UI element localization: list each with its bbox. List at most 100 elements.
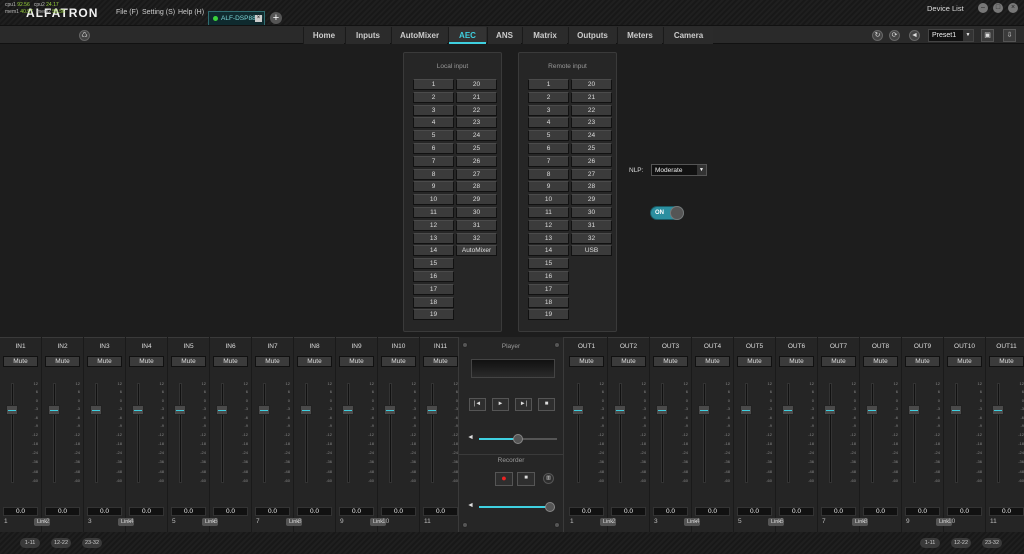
page-left-2[interactable]: 12-22	[51, 538, 71, 548]
remote-channel-button[interactable]: 24	[571, 130, 612, 141]
device-list-link[interactable]: Device List	[927, 4, 964, 13]
remote-channel-button[interactable]: 26	[571, 156, 612, 167]
fader-knob[interactable]	[614, 405, 626, 415]
remote-channel-button[interactable]: 27	[571, 169, 612, 180]
remote-channel-button[interactable]: 31	[571, 220, 612, 231]
local-channel-button[interactable]: 10	[413, 194, 454, 205]
tab-aec[interactable]: AEC	[448, 27, 486, 44]
mute-button[interactable]: Mute	[255, 356, 290, 367]
maximize-icon[interactable]: □	[993, 3, 1003, 13]
local-channel-button[interactable]: 1	[413, 79, 454, 90]
local-channel-button[interactable]: 31	[456, 220, 497, 231]
local-channel-button[interactable]: 30	[456, 207, 497, 218]
tab-matrix[interactable]: Matrix	[522, 27, 567, 44]
fader-knob[interactable]	[384, 405, 396, 415]
stop-icon[interactable]: ■	[538, 398, 555, 411]
menu-help[interactable]: Help (H)	[178, 9, 204, 16]
gain-value[interactable]: 0.0	[423, 507, 458, 516]
remote-channel-button[interactable]: 12	[528, 220, 569, 231]
remote-channel-button[interactable]: USB	[571, 245, 612, 256]
recycle-icon[interactable]: ♺	[79, 30, 90, 41]
remote-channel-button[interactable]: 22	[571, 105, 612, 116]
mute-button[interactable]: Mute	[737, 356, 772, 367]
remote-channel-button[interactable]: 17	[528, 284, 569, 295]
fader-knob[interactable]	[258, 405, 270, 415]
mute-button[interactable]: Mute	[87, 356, 122, 367]
gain-value[interactable]: 0.0	[989, 507, 1024, 516]
gain-value[interactable]: 0.0	[381, 507, 416, 516]
local-channel-button[interactable]: 26	[456, 156, 497, 167]
remote-channel-button[interactable]: 2	[528, 92, 569, 103]
local-channel-button[interactable]: 6	[413, 143, 454, 154]
local-channel-button[interactable]: 5	[413, 130, 454, 141]
local-channel-button[interactable]: 11	[413, 207, 454, 218]
mute-button[interactable]: Mute	[611, 356, 646, 367]
tab-ans[interactable]: ANS	[487, 27, 521, 44]
mute-button[interactable]: Mute	[695, 356, 730, 367]
fader-knob[interactable]	[992, 405, 1004, 415]
remote-channel-button[interactable]: 18	[528, 297, 569, 308]
save-icon[interactable]: ▣	[981, 29, 994, 42]
recorder-volume-slider[interactable]	[545, 502, 555, 512]
tab-camera[interactable]: Camera	[663, 27, 713, 44]
page-left-3[interactable]: 23-32	[82, 538, 102, 548]
gain-value[interactable]: 0.0	[339, 507, 374, 516]
remote-channel-button[interactable]: 4	[528, 117, 569, 128]
fader-knob[interactable]	[908, 405, 920, 415]
local-channel-button[interactable]: 13	[413, 233, 454, 244]
add-tab-button[interactable]: +	[270, 12, 282, 24]
page-right-1[interactable]: 1-11	[920, 538, 940, 548]
mute-button[interactable]: Mute	[213, 356, 248, 367]
remote-channel-button[interactable]: 20	[571, 79, 612, 90]
page-right-3[interactable]: 23-32	[982, 538, 1002, 548]
local-channel-button[interactable]: 8	[413, 169, 454, 180]
remote-channel-button[interactable]: 30	[571, 207, 612, 218]
local-channel-button[interactable]: 17	[413, 284, 454, 295]
fader-knob[interactable]	[740, 405, 752, 415]
minimize-icon[interactable]: –	[978, 3, 988, 13]
remote-channel-button[interactable]: 9	[528, 181, 569, 192]
mute-button[interactable]: Mute	[129, 356, 164, 367]
fader-knob[interactable]	[6, 405, 18, 415]
refresh-icon[interactable]: ↻	[872, 30, 883, 41]
tab-inputs[interactable]: Inputs	[345, 27, 390, 44]
gain-value[interactable]: 0.0	[45, 507, 80, 516]
gain-value[interactable]: 0.0	[695, 507, 730, 516]
local-channel-button[interactable]: 24	[456, 130, 497, 141]
record-settings-icon[interactable]: ▥	[543, 473, 554, 484]
local-channel-button[interactable]: 12	[413, 220, 454, 231]
mute-button[interactable]: Mute	[569, 356, 604, 367]
preset-select[interactable]: Preset1 ▼	[928, 29, 974, 42]
remote-channel-button[interactable]: 5	[528, 130, 569, 141]
local-channel-button[interactable]: 32	[456, 233, 497, 244]
mute-button[interactable]: Mute	[3, 356, 38, 367]
mute-button[interactable]: Mute	[423, 356, 458, 367]
remote-channel-button[interactable]: 19	[528, 309, 569, 320]
fader-knob[interactable]	[132, 405, 144, 415]
fader-knob[interactable]	[698, 405, 710, 415]
remote-channel-button[interactable]: 10	[528, 194, 569, 205]
remote-channel-button[interactable]: 3	[528, 105, 569, 116]
tab-meters[interactable]: Meters	[617, 27, 662, 44]
mute-button[interactable]: Mute	[905, 356, 940, 367]
mute-button[interactable]: Mute	[863, 356, 898, 367]
mute-button[interactable]: Mute	[653, 356, 688, 367]
gain-value[interactable]: 0.0	[129, 507, 164, 516]
tab-home[interactable]: Home	[303, 27, 344, 44]
close-icon[interactable]: ×	[255, 15, 262, 22]
volume-icon[interactable]: ◄	[909, 30, 920, 41]
close-window-icon[interactable]: ×	[1008, 3, 1018, 13]
local-channel-button[interactable]: 28	[456, 181, 497, 192]
remote-channel-button[interactable]: 6	[528, 143, 569, 154]
remote-channel-button[interactable]: 14	[528, 245, 569, 256]
gain-value[interactable]: 0.0	[905, 507, 940, 516]
sync-icon[interactable]: ⟳	[889, 30, 900, 41]
fader-knob[interactable]	[342, 405, 354, 415]
local-channel-button[interactable]: 27	[456, 169, 497, 180]
gain-value[interactable]: 0.0	[947, 507, 982, 516]
remote-channel-button[interactable]: 15	[528, 258, 569, 269]
tab-outputs[interactable]: Outputs	[568, 27, 616, 44]
mute-button[interactable]: Mute	[381, 356, 416, 367]
mute-button[interactable]: Mute	[947, 356, 982, 367]
next-icon[interactable]: ►|	[515, 398, 532, 411]
